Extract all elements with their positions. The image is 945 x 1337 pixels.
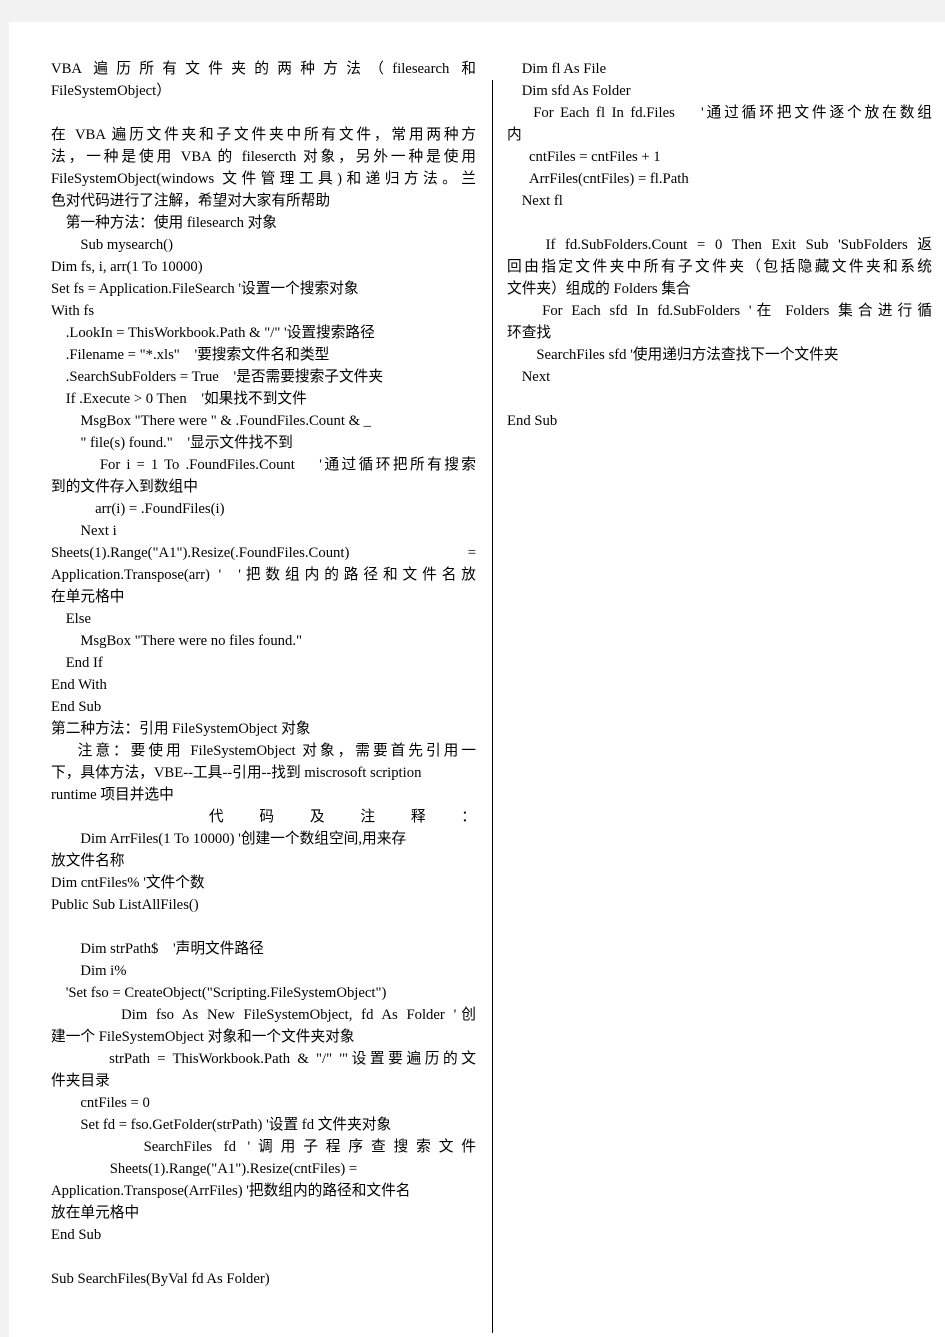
- right-column-line: For Each sfd In fd.SubFolders '在 Folders…: [507, 303, 933, 319]
- right-column-line: If fd.SubFolders.Count = 0 Then Exit Sub…: [507, 237, 932, 253]
- left-column-line: Sheets(1).Range("A1").Resize(cntFiles) =: [51, 1161, 358, 1177]
- left-column-line: 建一个 FileSystemObject 对象和一个文件夹对象: [51, 1029, 355, 1045]
- left-column-line: Set fs = Application.FileSearch '设置一个搜索对…: [51, 281, 359, 297]
- left-column-line: MsgBox "There were " & .FoundFiles.Count…: [51, 413, 372, 429]
- left-column-line: runtime 项目并选中: [51, 787, 174, 803]
- left-column-line: " file(s) found." '显示文件找不到: [51, 435, 293, 451]
- left-column-line: Dim strPath$ '声明文件路径: [51, 941, 264, 957]
- left-column-line: 到的文件存入到数组中: [51, 479, 198, 495]
- left-column-line: FileSystemObject(windows 文件管理工具)和递归方法。兰: [51, 171, 476, 187]
- left-column: VBA 遍历所有文件夹的两种方法（filesearch 和 FileSystemO…: [51, 58, 476, 1290]
- left-column-line: 法，一种是使用 VBA 的 filesercth 对象，另外一种是使用: [51, 149, 476, 165]
- left-column-line: Dim ArrFiles(1 To 10000) '创建一个数组空间,用来存: [51, 831, 407, 847]
- left-column-line: 注意：要使用 FileSystemObject 对象，需要首先引用一: [51, 743, 476, 759]
- left-column-line: Public Sub ListAllFiles(): [51, 897, 199, 913]
- left-column-line: End If: [51, 655, 103, 671]
- left-column-line: 代码及注释：: [51, 809, 476, 825]
- left-column-line: For i = 1 To .FoundFiles.Count '通过循环把所有搜…: [51, 457, 476, 473]
- left-column-line: .Filename = "*.xls" '要搜索文件名和类型: [51, 347, 330, 363]
- left-column-line: 第一种方法：使用 filesearch 对象: [51, 215, 277, 231]
- left-column-line: Sub SearchFiles(ByVal fd As Folder): [51, 1271, 270, 1287]
- left-column-line: 色对代码进行了注解，希望对大家有所帮助: [51, 193, 331, 209]
- right-column-line: End Sub: [507, 413, 558, 429]
- left-column-line: 放在单元格中: [51, 1205, 140, 1221]
- right-column-line: Dim fl As File: [507, 61, 607, 77]
- left-column-line: End With: [51, 677, 107, 693]
- right-column-line: 文件夹）组成的 Folders 集合: [507, 281, 691, 297]
- left-column-line: 下，具体方法，VBE--工具--引用--找到 miscrosoft script…: [51, 765, 422, 781]
- left-column-line: Application.Transpose(arr) ' '把数组内的路径和文件…: [51, 567, 476, 583]
- right-column-line: 内: [507, 127, 522, 143]
- left-column-line: 'Set fso = CreateObject("Scripting.FileS…: [51, 985, 387, 1001]
- left-column-line: Sheets(1).Range("A1").Resize(.FoundFiles…: [51, 545, 476, 561]
- right-column-line: Next fl: [507, 193, 563, 209]
- left-column-line: Set fd = fso.GetFolder(strPath) '设置 fd 文…: [51, 1117, 392, 1133]
- right-column-blank-line: [507, 388, 932, 410]
- left-column-blank-line: [51, 1246, 476, 1268]
- right-column-line: 回由指定文件夹中所有子文件夹（包括隐藏文件夹和系统: [507, 259, 932, 275]
- right-column-line: cntFiles = cntFiles + 1: [507, 149, 661, 165]
- left-column-line: 件夹目录: [51, 1073, 110, 1089]
- left-column-line: 在 VBA 遍历文件夹和子文件夹中所有文件，常用两种方: [51, 127, 476, 143]
- left-column-line: arr(i) = .FoundFiles(i): [51, 501, 225, 517]
- left-column-line: Sub mysearch(): [51, 237, 173, 253]
- column-divider: [492, 80, 493, 1333]
- left-column-line: strPath = ThisWorkbook.Path & "/" '"设置要遍…: [51, 1051, 476, 1067]
- left-column-line: MsgBox "There were no files found.": [51, 633, 303, 649]
- left-column-line: SearchFiles fd '调用子程序查搜索文件: [51, 1139, 476, 1155]
- left-column-blank-line: [51, 916, 476, 938]
- right-column-line: Next: [507, 369, 551, 385]
- left-column-line: VBA 遍历所有文件夹的两种方法（filesearch 和: [51, 61, 476, 77]
- left-column-line: Else: [51, 611, 91, 627]
- right-column: Dim fl As File Dim sfd As Folder For Eac…: [507, 58, 932, 432]
- right-column-line: 环查找: [507, 325, 552, 341]
- left-column-line: With fs: [51, 303, 95, 319]
- left-column-line: End Sub: [51, 699, 102, 715]
- left-column-line: 放文件名称: [51, 853, 125, 869]
- left-column-blank-line: [51, 102, 476, 124]
- left-column-line: Dim i%: [51, 963, 127, 979]
- left-column-line: .SearchSubFolders = True '是否需要搜索子文件夹: [51, 369, 384, 385]
- document-page: VBA 遍历所有文件夹的两种方法（filesearch 和 FileSystemO…: [9, 22, 945, 1337]
- left-column-line: If .Execute > 0 Then '如果找不到文件: [51, 391, 307, 407]
- right-column-line: SearchFiles sfd '使用递归方法查找下一个文件夹: [507, 347, 839, 363]
- left-column-line: .LookIn = ThisWorkbook.Path & "/" '设置搜索路…: [51, 325, 375, 341]
- right-column-blank-line: [507, 212, 932, 234]
- left-column-line: Dim cntFiles% '文件个数: [51, 875, 205, 891]
- right-column-line: ArrFiles(cntFiles) = fl.Path: [507, 171, 689, 187]
- left-column-line: Dim fs, i, arr(1 To 10000): [51, 259, 203, 275]
- document-content: VBA 遍历所有文件夹的两种方法（filesearch 和 FileSystemO…: [51, 58, 932, 1333]
- left-column-line: Next i: [51, 523, 117, 539]
- left-column-line: Application.Transpose(ArrFiles) '把数组内的路径…: [51, 1183, 411, 1199]
- left-column-line: 第二种方法：引用 FileSystemObject 对象: [51, 721, 311, 737]
- left-column-line: cntFiles = 0: [51, 1095, 150, 1111]
- left-column-line: End Sub: [51, 1227, 102, 1243]
- left-column-line: Dim fso As New FileSystemObject, fd As F…: [51, 1007, 476, 1023]
- left-column-line: FileSystemObject）: [51, 83, 171, 99]
- left-column-line: 在单元格中: [51, 589, 125, 605]
- right-column-line: Dim sfd As Folder: [507, 83, 631, 99]
- right-column-line: For Each fl In fd.Files '通过循环把文件逐个放在数组: [507, 105, 932, 121]
